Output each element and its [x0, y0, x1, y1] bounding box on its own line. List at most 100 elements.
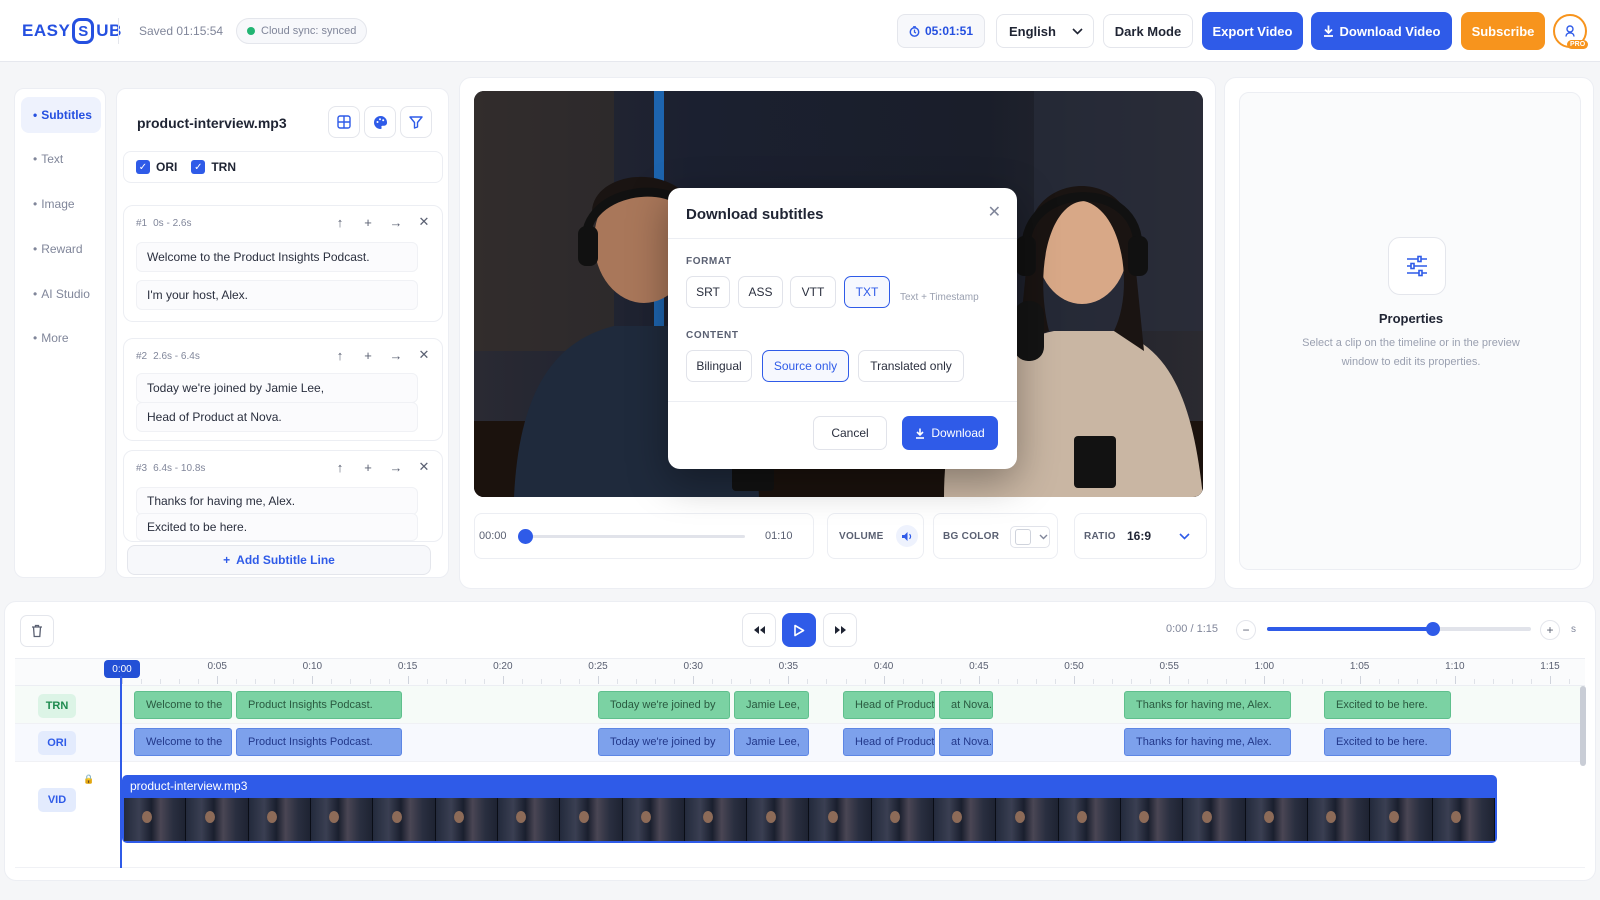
close-icon[interactable]: ✕: [414, 457, 434, 477]
ori-clip[interactable]: at Nova.: [939, 728, 993, 756]
trn-clip[interactable]: at Nova.: [939, 691, 993, 719]
zoom-slider[interactable]: [1267, 622, 1531, 636]
playhead-time[interactable]: 0:00: [104, 660, 140, 678]
format-srt-button[interactable]: SRT: [686, 276, 730, 308]
format-txt-button[interactable]: TXT: [844, 276, 890, 308]
ruler-tick: [731, 679, 733, 684]
ori-clip[interactable]: Jamie Lee,: [734, 728, 809, 756]
subtitle-line[interactable]: Today we're joined by Jamie Lee,: [136, 373, 418, 403]
logo[interactable]: EASY S UB: [22, 16, 122, 46]
nav-label: AI Studio: [41, 287, 90, 301]
nav-item-subtitles[interactable]: • Subtitles: [21, 97, 101, 133]
download-button[interactable]: Download: [902, 416, 998, 450]
ruler-tick: [464, 679, 466, 684]
ori-clip[interactable]: Today we're joined by: [598, 728, 730, 756]
subtitle-line[interactable]: Excited to be here.: [136, 513, 418, 541]
video-clip[interactable]: product-interview.mp3: [122, 775, 1497, 843]
export-video-button[interactable]: Export Video: [1202, 12, 1303, 50]
subtitle-line[interactable]: Welcome to the Product Insights Podcast.: [136, 242, 418, 272]
ruler-tick: [179, 679, 181, 684]
arrow-right-icon[interactable]: →: [386, 212, 406, 232]
ruler-tick-label: 0:10: [302, 661, 323, 672]
download-video-button[interactable]: Download Video: [1311, 12, 1452, 50]
nav-item-ai-studio[interactable]: • AI Studio: [21, 276, 101, 312]
subtitle-line[interactable]: Head of Product at Nova.: [136, 402, 418, 432]
arrow-right-icon[interactable]: →: [386, 345, 406, 365]
language-select[interactable]: English: [996, 14, 1094, 48]
trn-clip[interactable]: Excited to be here.: [1324, 691, 1451, 719]
bullet-icon: •: [33, 152, 38, 166]
close-icon[interactable]: ✕: [414, 212, 434, 232]
palette-button[interactable]: [364, 106, 396, 138]
seek-knob[interactable]: [518, 529, 533, 544]
subtitle-line[interactable]: I'm your host, Alex.: [136, 280, 418, 310]
trn-clip[interactable]: Product Insights Podcast.: [236, 691, 402, 719]
format-ass-button[interactable]: ASS: [738, 276, 783, 308]
subscribe-button[interactable]: Subscribe: [1461, 12, 1545, 50]
nav-item-more[interactable]: • More: [21, 320, 101, 356]
bg-color-control[interactable]: BG COLOR: [933, 513, 1058, 559]
content-translated-only-button[interactable]: Translated only: [858, 350, 964, 382]
volume-icon[interactable]: [896, 525, 918, 547]
trn-clip[interactable]: Head of Product: [843, 691, 935, 719]
trn-clip[interactable]: Welcome to the: [134, 691, 232, 719]
fast-forward-icon: [834, 626, 846, 634]
zoom-out-button[interactable]: −: [1236, 620, 1256, 640]
trn-clip[interactable]: Today we're joined by: [598, 691, 730, 719]
dark-mode-button[interactable]: Dark Mode: [1103, 14, 1193, 48]
play-button[interactable]: [782, 613, 816, 647]
zoom-in-button[interactable]: +: [1540, 620, 1560, 640]
nav-item-reward[interactable]: • Reward: [21, 231, 101, 267]
nav-item-text[interactable]: • Text: [21, 141, 101, 177]
format-hint: Text + Timestamp: [900, 292, 979, 303]
timeline-scrollbar[interactable]: [1580, 686, 1586, 766]
volume-control[interactable]: VOLUME: [827, 513, 924, 559]
ori-clip[interactable]: Head of Product: [843, 728, 935, 756]
arrow-up-icon[interactable]: ↑: [330, 457, 350, 477]
playhead[interactable]: [120, 676, 122, 868]
trn-checkbox[interactable]: ✓ TRN: [191, 160, 236, 174]
delete-button[interactable]: [20, 615, 54, 647]
add-subtitle-line-button[interactable]: + Add Subtitle Line: [127, 545, 431, 575]
ori-clip[interactable]: Excited to be here.: [1324, 728, 1451, 756]
grid-button[interactable]: [328, 106, 360, 138]
ori-checkbox-label: ORI: [156, 160, 178, 174]
ruler-tick: [864, 679, 866, 684]
arrow-up-icon[interactable]: ↑: [330, 212, 350, 232]
ruler-tick: [198, 679, 200, 684]
arrow-right-icon[interactable]: →: [386, 457, 406, 477]
subtitle-line[interactable]: Thanks for having me, Alex.: [136, 487, 418, 515]
ruler-tick: [1397, 679, 1399, 684]
trn-clip[interactable]: Jamie Lee,: [734, 691, 809, 719]
timer-display[interactable]: 05:01:51: [897, 14, 985, 48]
trn-clip[interactable]: Thanks for having me, Alex.: [1124, 691, 1291, 719]
rewind-button[interactable]: [742, 613, 776, 647]
ruler-tick: [426, 679, 428, 684]
ori-clip[interactable]: Welcome to the: [134, 728, 232, 756]
nav-item-image[interactable]: • Image: [21, 186, 101, 222]
close-icon[interactable]: ✕: [414, 345, 434, 365]
file-name: product-interview.mp3: [137, 115, 287, 131]
ruler-tick: [712, 679, 714, 684]
close-icon[interactable]: ✕: [988, 202, 1001, 222]
plus-icon[interactable]: +: [358, 212, 378, 232]
cancel-button[interactable]: Cancel: [813, 416, 887, 450]
plus-icon[interactable]: +: [358, 457, 378, 477]
seek-bar[interactable]: [518, 529, 745, 544]
color-swatch-select[interactable]: [1010, 526, 1050, 548]
content-bilingual-button[interactable]: Bilingual: [686, 350, 752, 382]
ratio-select[interactable]: RATIO 16:9: [1074, 513, 1207, 559]
ruler-tick: [521, 679, 523, 684]
fast-forward-button[interactable]: [823, 613, 857, 647]
plus-icon[interactable]: +: [358, 345, 378, 365]
format-vtt-button[interactable]: VTT: [790, 276, 836, 308]
content-source-only-button[interactable]: Source only: [762, 350, 849, 382]
ruler-tick: [217, 676, 219, 684]
lock-icon[interactable]: 🔒: [83, 774, 94, 785]
filter-button[interactable]: [400, 106, 432, 138]
ori-checkbox[interactable]: ✓ ORI: [136, 160, 177, 174]
ori-clip[interactable]: Thanks for having me, Alex.: [1124, 728, 1291, 756]
arrow-up-icon[interactable]: ↑: [330, 345, 350, 365]
ruler-tick: [1245, 679, 1247, 684]
ori-clip[interactable]: Product Insights Podcast.: [236, 728, 402, 756]
